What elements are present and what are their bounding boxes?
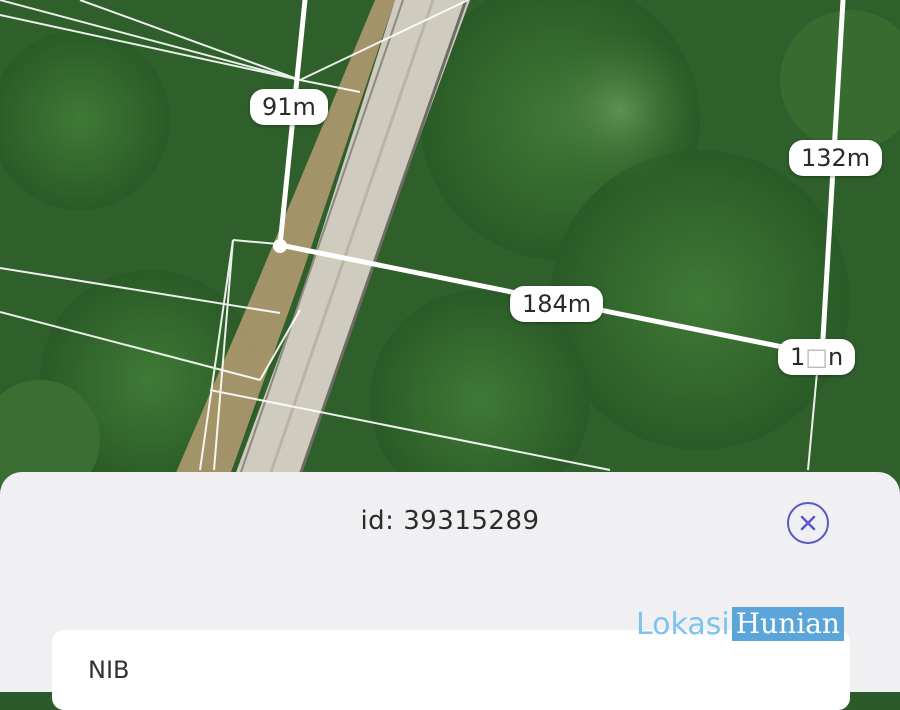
close-button[interactable] xyxy=(787,502,829,544)
distance-label-91m: 91m xyxy=(250,89,328,125)
parcel-info-sheet: id: 39315289 NIB xyxy=(0,472,900,710)
nib-field-card[interactable]: NIB xyxy=(52,630,850,710)
nib-label: NIB xyxy=(88,656,130,684)
close-icon xyxy=(800,515,816,531)
distance-label-132m: 132m xyxy=(789,140,883,176)
watermark-part1: Lokasi xyxy=(636,606,730,642)
parcel-id-title: id: 39315289 xyxy=(360,506,540,536)
distance-label-184m: 184m xyxy=(510,286,604,322)
watermark-logo: Lokasi Hunian xyxy=(636,606,844,642)
distance-label-partial: 1□n xyxy=(778,339,856,375)
watermark-part2: Hunian xyxy=(731,607,844,641)
vertex-handle[interactable] xyxy=(273,239,287,253)
